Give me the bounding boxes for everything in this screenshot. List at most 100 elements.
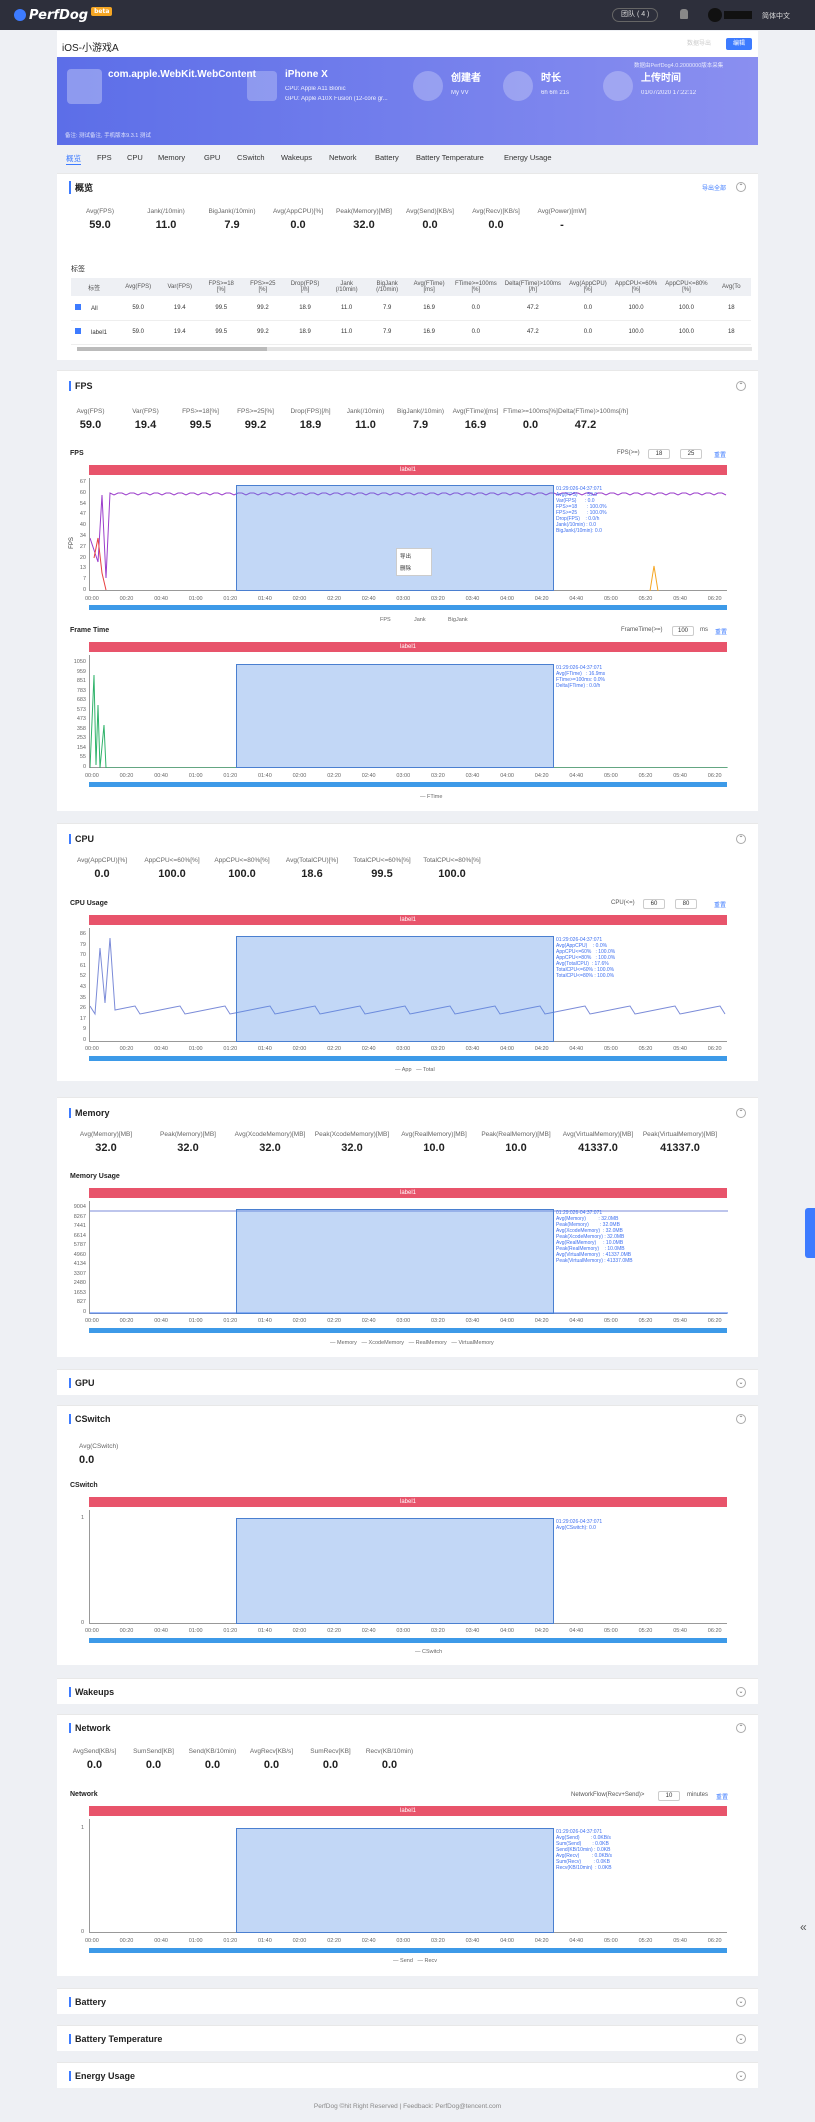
export-all-link[interactable]: 导出全部 <box>702 183 726 192</box>
network-reset-link[interactable]: 重置 <box>716 1792 728 1801</box>
stat-label: Avg(AppCPU)[%] <box>272 208 324 215</box>
stat-5: Avg(Send)[KB/s] 0.0 <box>397 208 463 231</box>
collapse-icon[interactable]: ⌃ <box>736 834 746 844</box>
cpu-reset-link[interactable]: 重置 <box>714 900 726 909</box>
network-unit: minutes <box>687 1792 709 1798</box>
collapse-icon[interactable]: ⌃ <box>736 182 746 192</box>
fps-filter-18[interactable]: 18 <box>648 449 670 459</box>
collapse-icon[interactable]: ⌃ <box>736 1723 746 1733</box>
expand-icon[interactable]: ⌄ <box>736 1997 746 2007</box>
tab-wakeups[interactable]: Wakeups <box>281 153 312 162</box>
ft-filter-input[interactable]: 100 <box>672 626 694 636</box>
table-scrollbar[interactable] <box>77 347 752 351</box>
selection-range[interactable] <box>236 664 554 768</box>
language-select[interactable]: 简体中文 <box>762 11 790 21</box>
table-cell: 59.0 <box>117 296 159 320</box>
expand-icon[interactable]: ⌄ <box>736 2071 746 2081</box>
label-bar[interactable]: label1 <box>89 1188 727 1198</box>
x-tick: 00:40 <box>154 1318 168 1324</box>
stat-7: Peak(VirtualMemory)[MB] 41337.0 <box>639 1131 721 1154</box>
cpu-filter-80[interactable]: 80 <box>675 899 697 909</box>
selection-range[interactable] <box>236 936 554 1042</box>
fps-filter-25[interactable]: 25 <box>680 449 702 459</box>
stat-label: Avg(AppCPU)[%] <box>76 857 128 864</box>
expand-icon[interactable]: ⌄ <box>736 1378 746 1388</box>
x-tick: 03:40 <box>465 1318 480 1324</box>
cpu-filter-60[interactable]: 60 <box>643 899 665 909</box>
reset-link[interactable]: 重置 <box>714 450 726 459</box>
logo[interactable]: PerfDog beta <box>14 7 113 23</box>
tab-overview[interactable]: 概览 <box>66 153 81 165</box>
stat-0: Avg(FPS) 59.0 <box>63 408 118 431</box>
cell-value: 18 <box>727 304 735 311</box>
ft-reset-link[interactable]: 重置 <box>715 627 727 636</box>
stat-label: SumRecv[KB] <box>310 1748 351 1755</box>
network-zoom-bar[interactable] <box>89 1948 727 1953</box>
tab-gpu[interactable]: GPU <box>204 153 220 162</box>
frametime-plot[interactable]: 01:29:026-04:37:071 Avg(FTime) : 16.9ms … <box>89 655 728 768</box>
avatar[interactable] <box>708 8 722 22</box>
network-y-tick: 0 <box>80 1929 84 1935</box>
export-data-button[interactable]: 数据导出 <box>680 38 718 50</box>
wakeups-card[interactable]: Wakeups ⌄ <box>57 1678 758 1704</box>
label-bar[interactable]: label1 <box>89 1497 727 1507</box>
stat-value: 18.9 <box>299 419 322 431</box>
expand-icon[interactable]: ⌄ <box>736 1687 746 1697</box>
table-row[interactable]: All 59.0 19.4 99.5 99.2 18.9 11.0 7.9 16.9 0.0 47.… <box>71 296 751 320</box>
tab-battery-temperature[interactable]: Battery Temperature <box>416 153 484 162</box>
collapse-icon[interactable]: ⌃ <box>736 1414 746 1424</box>
stat-0: AvgSend[KB/s] 0.0 <box>65 1748 124 1771</box>
tab-network[interactable]: Network <box>329 153 357 162</box>
expand-icon[interactable]: ⌄ <box>736 2034 746 2044</box>
tab-fps[interactable]: FPS <box>97 153 112 162</box>
collapse-icon[interactable]: ⌃ <box>736 381 746 391</box>
stat-label: Avg(FPS) <box>85 208 115 215</box>
battery-temperature-card[interactable]: Battery Temperature ⌄ <box>57 2025 758 2051</box>
row-checkbox[interactable] <box>75 303 81 310</box>
ft-zoom-bar[interactable] <box>89 782 727 787</box>
cswitch-zoom-bar[interactable] <box>89 1638 727 1643</box>
label-bar[interactable]: label1 <box>89 1806 727 1816</box>
tab-battery[interactable]: Battery <box>375 153 399 162</box>
cswitch-title: CSwitch <box>69 1414 111 1424</box>
stat-label: Avg(TotalCPU)[%] <box>285 857 339 864</box>
table-row[interactable]: label1 59.0 19.4 99.5 99.2 18.9 11.0 7.9 16.9 0.0… <box>71 320 751 344</box>
selection-range[interactable] <box>236 1209 554 1314</box>
selection-range[interactable] <box>236 485 554 591</box>
table-cell: 19.4 <box>159 296 200 320</box>
cpu-plot[interactable]: 01:29:026-04:37:071 Avg(AppCPU) : 0.0% A… <box>89 928 727 1042</box>
tab-memory[interactable]: Memory <box>158 153 185 162</box>
side-feedback-tab[interactable] <box>805 1208 815 1258</box>
table-cell: 99.5 <box>200 320 242 344</box>
collapse-icon[interactable]: ⌃ <box>736 1108 746 1118</box>
gpu-card[interactable]: GPU ⌄ <box>57 1369 758 1395</box>
energy-usage-card[interactable]: Energy Usage ⌄ <box>57 2062 758 2088</box>
fps-zoom-bar[interactable] <box>89 605 727 610</box>
label-bar[interactable]: label1 <box>89 915 727 925</box>
menu-export[interactable]: 导出 <box>400 552 428 560</box>
selection-range[interactable] <box>236 1828 554 1933</box>
team-button[interactable]: 团队 ( 4 ) <box>612 8 659 22</box>
cswitch-legend-label: CSwitch <box>422 1649 443 1655</box>
collapse-arrows-icon[interactable]: « <box>800 1920 807 1934</box>
network-filter-input[interactable]: 10 <box>658 1791 680 1801</box>
x-tick: 01:40 <box>258 1046 272 1052</box>
edit-button[interactable]: 编辑 <box>726 38 753 50</box>
tab-cpu[interactable]: CPU <box>127 153 143 162</box>
memory-plot[interactable]: 01:29:026-04:37:071 Avg(Memory) : 32.0MB… <box>89 1201 728 1314</box>
tab-energy-usage[interactable]: Energy Usage <box>504 153 552 162</box>
tab-cswitch[interactable]: CSwitch <box>237 153 265 162</box>
selection-range[interactable] <box>236 1518 554 1624</box>
fps-plot[interactable]: 01:29:026-04:37:071 Avg(FPS) : 59.0 Var(… <box>89 478 727 591</box>
battery-card[interactable]: Battery ⌄ <box>57 1988 758 2014</box>
label-bar[interactable]: label1 <box>89 642 727 652</box>
label-bar[interactable]: label1 <box>89 465 727 475</box>
menu-delete[interactable]: 删除 <box>400 564 428 572</box>
network-plot[interactable]: 01:29:026-04:37:071 Avg(Send) : 0.0KB/s … <box>89 1819 727 1933</box>
bell-icon[interactable] <box>680 9 688 19</box>
row-checkbox[interactable] <box>75 328 81 334</box>
table-cell: 0.0 <box>565 296 611 320</box>
memory-zoom-bar[interactable] <box>89 1328 727 1333</box>
cswitch-plot[interactable]: 01:29:026-04:37:071 Avg(CSwitch): 0.0 <box>89 1510 727 1624</box>
cpu-zoom-bar[interactable] <box>89 1056 727 1061</box>
